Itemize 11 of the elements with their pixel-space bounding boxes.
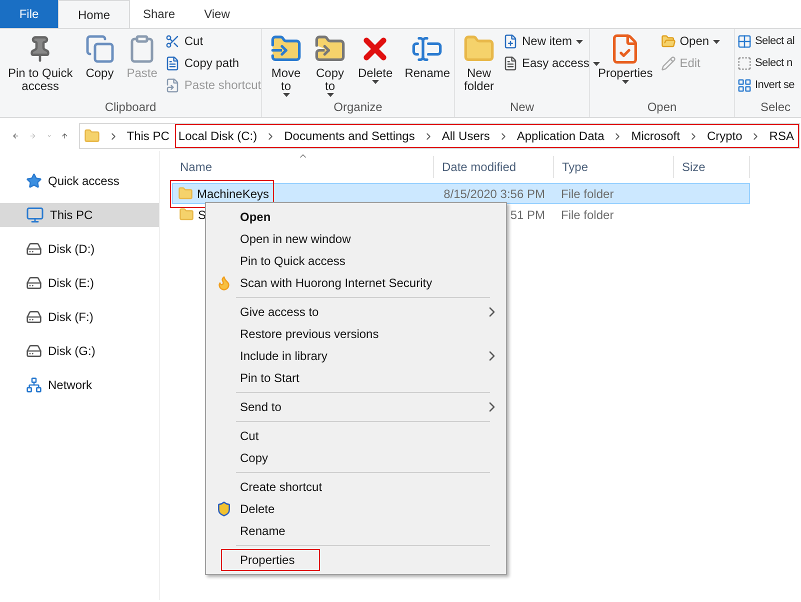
type-cell-text: File folder bbox=[560, 206, 615, 224]
file-name: S bbox=[198, 206, 206, 224]
group-label: Clipboard bbox=[104, 100, 156, 116]
date-cell-text: 8/15/2020 3:56 PM bbox=[442, 186, 545, 202]
group-label: Organize bbox=[334, 100, 382, 116]
type-cell-text: File folder bbox=[560, 186, 615, 202]
file-name: MachineKeys bbox=[197, 186, 270, 202]
group-label: Selec bbox=[760, 100, 791, 116]
date-cell-text: 51 PM bbox=[509, 206, 545, 224]
group-label: Open bbox=[647, 100, 677, 116]
group-label: New bbox=[510, 100, 534, 116]
